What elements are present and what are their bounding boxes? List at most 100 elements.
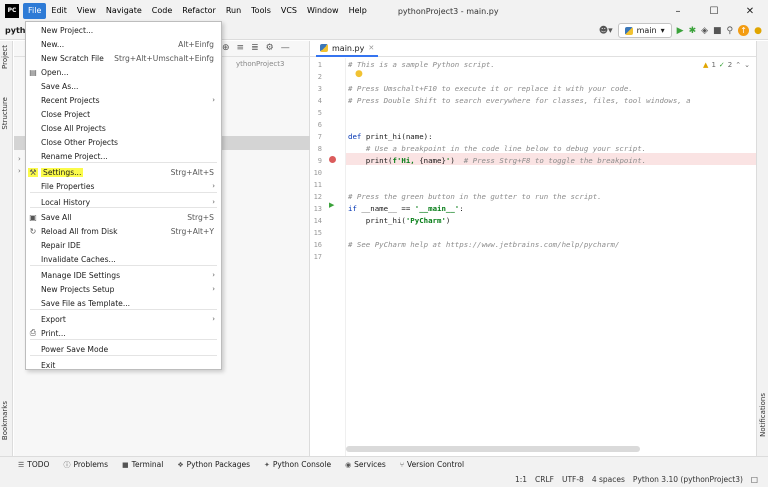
bookmarks-tool-tab[interactable]: Bookmarks [1, 401, 9, 440]
menu-window[interactable]: Window [302, 3, 344, 19]
menu-item-rename-project[interactable]: Rename Project... [26, 149, 221, 163]
code-line[interactable]: # Press the green button in the gutter t… [348, 191, 602, 203]
menu-tools[interactable]: Tools [246, 3, 276, 19]
tool-python-packages[interactable]: ❖ Python Packages [177, 460, 250, 469]
coverage-icon[interactable]: ◈ [701, 26, 708, 36]
gear-icon[interactable]: ⚙ [266, 43, 274, 53]
menu-help[interactable]: Help [344, 3, 372, 19]
editor-tab-main-py[interactable]: main.py ✕ [316, 41, 379, 57]
code-line[interactable]: # Press Umschalt+F10 to execute it or re… [348, 83, 633, 95]
menu-item-reload-all-from-disk[interactable]: ↻ Reload All from Disk Strg+Alt+Y [26, 224, 221, 238]
close-button[interactable]: ✕ [732, 0, 768, 22]
menu-item-repair-ide[interactable]: Repair IDE [26, 238, 221, 252]
code-line[interactable]: # See PyCharm help at https://www.jetbra… [348, 239, 619, 251]
close-icon[interactable]: ✕ [368, 44, 374, 52]
line-number: 3 [317, 85, 322, 93]
menu-edit[interactable]: Edit [46, 3, 72, 19]
code-line[interactable]: # This is a sample Python script. [348, 59, 495, 71]
code-line[interactable]: # Use a breakpoint in the code line belo… [348, 143, 646, 155]
menu-item-exit[interactable]: Exit [26, 358, 221, 372]
caret-position[interactable]: 1:1 [515, 475, 527, 484]
search-icon[interactable]: ⚲ [727, 26, 734, 36]
menu-item-open[interactable]: ▤ Open... [26, 65, 221, 79]
tool-terminal[interactable]: ■ Terminal [122, 460, 163, 469]
menu-item-save-as[interactable]: Save As... [26, 79, 221, 93]
code-line[interactable]: # Press Double Shift to search everywher… [348, 95, 691, 107]
indent-setting[interactable]: 4 spaces [592, 475, 625, 484]
user-icon[interactable]: ☻▾ [599, 26, 613, 36]
menu-run[interactable]: Run [221, 3, 246, 19]
code-line[interactable]: if __name__ == '__main__': [348, 203, 464, 215]
lock-icon[interactable]: □ [751, 475, 758, 484]
collapse-all-icon[interactable]: ≣ [251, 43, 259, 53]
menu-view[interactable]: View [72, 3, 101, 19]
minimize-button[interactable]: – [660, 0, 696, 22]
maximize-button[interactable]: ☐ [696, 0, 732, 22]
code-area[interactable]: # This is a sample Python script. # Press… [348, 58, 756, 456]
structure-tool-tab[interactable]: Structure [1, 97, 9, 130]
file-encoding[interactable]: UTF-8 [562, 475, 584, 484]
hide-icon[interactable]: — [281, 43, 290, 53]
menu-item-new-scratch-file[interactable]: New Scratch File Strg+Alt+Umschalt+Einfg [26, 51, 221, 65]
menu-item-recent-projects[interactable]: Recent Projects › [26, 93, 221, 107]
expand-all-icon[interactable]: ≡ [237, 43, 245, 53]
notifications-tool-tab[interactable]: Notifications [759, 393, 767, 437]
breakpoint-icon[interactable] [329, 156, 336, 163]
menu-item-label: Export [41, 314, 66, 324]
tool-services[interactable]: ◉ Services [345, 460, 386, 469]
menu-item-export[interactable]: Export › [26, 312, 221, 326]
tool-problems[interactable]: ⓘ Problems [63, 460, 108, 470]
menu-vcs[interactable]: VCS [276, 3, 302, 19]
update-icon[interactable]: ↑ [738, 25, 750, 36]
tool-todo[interactable]: ☰ TODO [18, 460, 49, 469]
locate-icon[interactable]: ⊕ [222, 43, 230, 53]
menu-item-invalidate-caches[interactable]: Invalidate Caches... [26, 252, 221, 266]
tree-expand-icon[interactable]: › [18, 155, 21, 163]
menu-item-settings[interactable]: ⚒ Settings... Strg+Alt+S [26, 165, 221, 179]
menu-item-print[interactable]: ⎙ Print... [26, 326, 221, 340]
code-line[interactable]: def print_hi(name): [348, 131, 433, 143]
run-config-selector[interactable]: main ▾ [617, 23, 672, 38]
menu-item-power-save-mode[interactable]: Power Save Mode [26, 342, 221, 356]
tool-python-console[interactable]: ✦ Python Console [264, 460, 331, 469]
project-breadcrumb[interactable]: pyth [5, 26, 25, 35]
menu-item-local-history[interactable]: Local History › [26, 195, 221, 209]
line-number: 6 [317, 121, 322, 129]
python-interpreter[interactable]: Python 3.10 (pythonProject3) [633, 475, 743, 484]
tool-version-control[interactable]: ⑂ Version Control [400, 460, 464, 469]
menu-item-save-all[interactable]: ▣ Save All Strg+S [26, 210, 221, 224]
line-gutter[interactable]: 1 2 3 4 5 6 7 8 9 10 11 12 13 14 15 16 17 [310, 58, 346, 456]
menu-item-close-other-projects[interactable]: Close Other Projects [26, 135, 221, 149]
run-gutter-icon[interactable]: ▶ [329, 201, 334, 209]
debug-icon[interactable]: ✱ [689, 26, 697, 36]
project-tool-tab[interactable]: Project [1, 45, 9, 69]
menu-item-label: Save All [41, 212, 72, 222]
menu-code[interactable]: Code [147, 3, 177, 19]
horizontal-scrollbar[interactable] [346, 446, 640, 452]
code-token: print( [348, 156, 393, 165]
menu-item-new-project[interactable]: New Project... [26, 23, 221, 37]
line-separator[interactable]: CRLF [535, 475, 554, 484]
chevron-right-icon: › [212, 96, 215, 104]
stop-icon[interactable]: ■ [713, 26, 722, 36]
run-icon[interactable]: ▶ [677, 26, 684, 36]
menu-item-close-all-projects[interactable]: Close All Projects [26, 121, 221, 135]
tree-expand-icon[interactable]: › [18, 167, 21, 175]
menu-item-new[interactable]: New... Alt+Einfg [26, 37, 221, 51]
menu-item-new-projects-setup[interactable]: New Projects Setup › [26, 282, 221, 296]
menu-item-save-file-as-template[interactable]: Save File as Template... [26, 296, 221, 310]
code-token: 'PyCharm' [405, 216, 446, 225]
menu-item-file-properties[interactable]: File Properties › [26, 179, 221, 193]
ide-logo-icon[interactable]: ● [754, 26, 762, 36]
menu-refactor[interactable]: Refactor [177, 3, 221, 19]
code-token: # Press Umschalt+F10 to execute it or re… [348, 84, 633, 93]
code-line[interactable]: print(f'Hi, {name}') # Press Strg+F8 to … [348, 155, 646, 167]
menu-item-shortcut: Strg+S [187, 212, 214, 222]
menu-item-manage-ide-settings[interactable]: Manage IDE Settings › [26, 268, 221, 282]
menu-navigate[interactable]: Navigate [101, 3, 147, 19]
menu-item-shortcut: Strg+Alt+Umschalt+Einfg [114, 53, 214, 63]
menu-file[interactable]: File [23, 3, 47, 19]
menu-item-close-project[interactable]: Close Project [26, 107, 221, 121]
code-line[interactable]: print_hi('PyCharm') [348, 215, 451, 227]
menu-item-label: New... [41, 39, 65, 49]
